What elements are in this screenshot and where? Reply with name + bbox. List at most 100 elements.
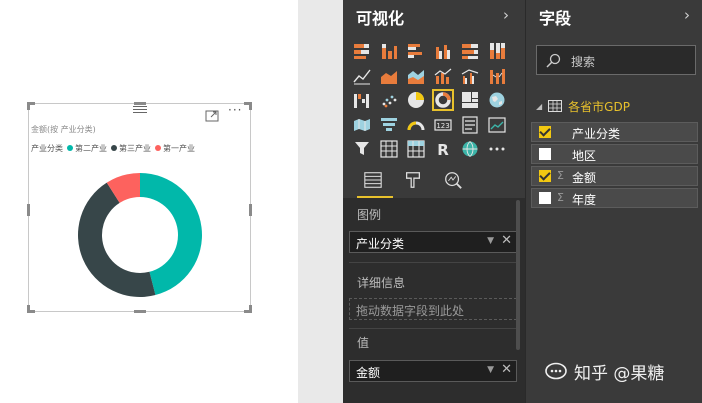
watermark-text: 知乎 @果糖 [574, 364, 665, 384]
field-name: 地区 [572, 149, 597, 163]
matrix-icon[interactable] [405, 138, 427, 160]
svg-text:R: R [437, 141, 449, 158]
filled-map-icon[interactable] [351, 114, 373, 136]
line-column-icon[interactable] [432, 65, 454, 87]
legend-well-label: 图例 [357, 208, 382, 222]
details-well[interactable]: 拖动数据字段到此处 [349, 298, 517, 320]
values-well-label: 值 [357, 336, 370, 350]
clustered-bar-icon[interactable] [405, 40, 427, 62]
stacked-column-icon[interactable] [378, 40, 400, 62]
collapse-visualizations-chevron-icon[interactable]: › [503, 6, 509, 24]
dropdown-caret-icon[interactable]: ▼ [487, 365, 494, 375]
drag-grip-icon[interactable] [133, 104, 147, 114]
dropdown-caret-icon[interactable]: ▼ [487, 236, 494, 246]
field-item[interactable]: 产业分类 [531, 122, 698, 142]
scatter-icon[interactable] [378, 89, 400, 111]
more-options-icon[interactable]: ··· [228, 104, 246, 118]
visualizations-pane-title: 可视化 [356, 9, 405, 28]
field-checkbox[interactable] [539, 170, 551, 182]
100-bar-icon[interactable] [459, 40, 481, 62]
legend-well-value: 产业分类 [356, 237, 405, 251]
field-item[interactable]: Σ 年度 [531, 188, 698, 208]
more-visuals-icon[interactable] [486, 138, 508, 160]
stacked-bar-icon[interactable] [351, 40, 373, 62]
resize-handle-left[interactable] [27, 204, 30, 216]
report-canvas: ··· 金额(按 产业分类) 产业分类 第二产业 第三产业 第一产业 [0, 0, 298, 403]
remove-field-icon[interactable]: ✕ [501, 362, 512, 377]
fields-search-input[interactable]: 搜索 [536, 45, 696, 75]
table-icon [548, 97, 563, 116]
analytics-tab-icon[interactable] [441, 168, 465, 192]
expand-triangle-icon[interactable]: ◢ [536, 102, 542, 111]
card-icon[interactable]: 123 [432, 114, 454, 136]
r-visual-icon[interactable]: R [432, 138, 454, 160]
legend-item[interactable]: 第二产业 [67, 143, 107, 154]
donut-slice[interactable] [78, 182, 156, 297]
sigma-icon: Σ [557, 191, 564, 204]
remove-field-icon[interactable]: ✕ [501, 233, 512, 248]
values-well[interactable]: 金额 ▼ ✕ [349, 360, 517, 382]
details-well-label: 详细信息 [357, 276, 406, 290]
gauge-icon[interactable] [405, 114, 427, 136]
table-icon[interactable] [378, 138, 400, 160]
clustered-column-icon[interactable] [432, 40, 454, 62]
donut-chart-icon[interactable] [432, 89, 454, 111]
pie-chart-icon[interactable] [405, 89, 427, 111]
visual-type-gallery: 123 R [351, 40, 521, 163]
legend-dot [111, 145, 117, 151]
watermark: 知乎 @果糖 [544, 359, 664, 384]
field-checkbox[interactable] [539, 148, 551, 160]
field-item[interactable]: 地区 [531, 144, 698, 164]
fields-tab-icon[interactable] [361, 168, 385, 192]
field-checkbox[interactable] [539, 126, 551, 138]
field-item[interactable]: Σ 金额 [531, 166, 698, 186]
legend-item[interactable]: 第一产业 [155, 143, 195, 154]
legend-label: 第三产业 [119, 143, 151, 153]
slicer-icon[interactable] [351, 138, 373, 160]
100-column-icon[interactable] [486, 40, 508, 62]
line-chart-icon[interactable] [351, 65, 373, 87]
chart-title: 金额(按 产业分类) [31, 125, 96, 134]
resize-handle-right[interactable] [249, 204, 252, 216]
globe-icon[interactable] [459, 138, 481, 160]
map-icon[interactable] [486, 89, 508, 111]
waterfall-icon[interactable] [351, 89, 373, 111]
multirow-card-icon[interactable] [459, 114, 481, 136]
svg-text:123: 123 [436, 122, 449, 130]
divider [349, 262, 517, 263]
pane-tabs [343, 162, 525, 198]
ribbon-chart-icon[interactable] [486, 65, 508, 87]
legend-item[interactable]: 第三产业 [111, 143, 151, 154]
donut-chart-visual[interactable]: ··· 金额(按 产业分类) 产业分类 第二产业 第三产业 第一产业 [27, 102, 252, 313]
resize-handle-bottom-left[interactable] [27, 305, 35, 313]
legend-well[interactable]: 产业分类 ▼ ✕ [349, 231, 517, 253]
legend-title: 产业分类 [31, 143, 63, 153]
field-checkbox[interactable] [539, 192, 551, 204]
collapse-fields-chevron-icon[interactable]: › [684, 6, 690, 24]
kpi-icon[interactable] [486, 114, 508, 136]
speech-bubble-icon [544, 362, 568, 382]
table-node[interactable]: ◢ 各省市GDP [536, 97, 630, 115]
stacked-area-icon[interactable] [405, 65, 427, 87]
treemap-icon[interactable] [459, 89, 481, 111]
table-name: 各省市GDP [568, 99, 630, 114]
field-name: 年度 [572, 193, 597, 207]
wells-scrollbar[interactable] [516, 200, 520, 350]
resize-handle-top-left[interactable] [27, 102, 35, 110]
resize-handle-bottom[interactable] [134, 310, 146, 313]
visualizations-pane: 可视化 › 123 R 图例 产业分类 ▼ ✕ 详细信息 拖动数据字段到此处 值 … [343, 0, 525, 403]
line-column-2-icon[interactable] [459, 65, 481, 87]
field-name: 金额 [572, 171, 597, 185]
sigma-icon: Σ [557, 169, 564, 182]
canvas-gutter [298, 0, 343, 403]
divider [349, 328, 517, 329]
funnel-icon[interactable] [378, 114, 400, 136]
fields-pane: 字段 › 搜索 ◢ 各省市GDP 产业分类地区 Σ 金额 Σ 年度 [525, 0, 702, 403]
donut-chart[interactable] [75, 170, 205, 300]
area-chart-icon[interactable] [378, 65, 400, 87]
fields-pane-title: 字段 [539, 9, 572, 28]
resize-handle-bottom-right[interactable] [244, 305, 252, 313]
focus-mode-icon[interactable] [205, 107, 219, 122]
search-icon [545, 53, 561, 69]
format-tab-icon[interactable] [401, 168, 425, 192]
